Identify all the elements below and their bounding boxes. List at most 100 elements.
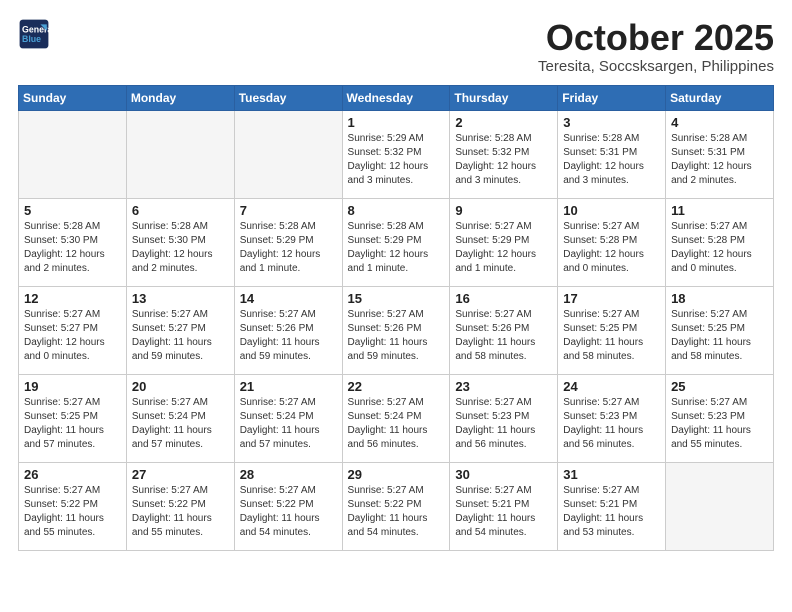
week-row-3: 12 Sunrise: 5:27 AM Sunset: 5:27 PM Dayli… (19, 286, 774, 374)
calendar-cell: 8Sunrise: 5:28 AM Sunset: 5:29 PM Daylig… (342, 198, 450, 286)
day-number: 3 (563, 115, 660, 130)
day-number: 22 (348, 379, 445, 394)
week-row-5: 26 Sunrise: 5:27 AM Sunset: 5:22 PM Dayli… (19, 462, 774, 550)
days-header-row: SundayMondayTuesdayWednesdayThursdayFrid… (19, 85, 774, 110)
title-block: October 2025 Teresita, Soccsksargen, Phi… (538, 18, 774, 75)
calendar-cell: 28 Sunrise: 5:27 AM Sunset: 5:22 PM Dayli… (234, 462, 342, 550)
day-info: Sunrise: 5:27 AM Sunset: 5:22 PM Dayligh… (240, 484, 337, 540)
day-header-wednesday: Wednesday (342, 85, 450, 110)
day-info: Sunrise: 5:27 AM Sunset: 5:23 PM Dayligh… (563, 396, 660, 452)
calendar-cell: 6 Sunrise: 5:28 AM Sunset: 5:30 PM Daylig… (126, 198, 234, 286)
day-info: Sunrise: 5:27 AM Sunset: 5:23 PM Dayligh… (671, 396, 768, 452)
day-number: 21 (240, 379, 337, 394)
day-info: Sunrise: 5:27 AM Sunset: 5:26 PM Dayligh… (455, 308, 552, 364)
calendar-cell: 2 Sunrise: 5:28 AM Sunset: 5:32 PM Daylig… (450, 110, 558, 198)
calendar-cell: 23Sunrise: 5:27 AM Sunset: 5:23 PM Dayli… (450, 374, 558, 462)
day-header-monday: Monday (126, 85, 234, 110)
week-row-4: 19Sunrise: 5:27 AM Sunset: 5:25 PM Dayli… (19, 374, 774, 462)
day-number: 28 (240, 467, 337, 482)
day-number: 8 (348, 203, 445, 218)
calendar-cell: 30 Sunrise: 5:27 AM Sunset: 5:21 PM Dayli… (450, 462, 558, 550)
calendar-cell: 15 Sunrise: 5:27 AM Sunset: 5:26 PM Dayli… (342, 286, 450, 374)
day-info: Sunrise: 5:27 AM Sunset: 5:24 PM Dayligh… (132, 396, 229, 452)
calendar-cell: 14 Sunrise: 5:27 AM Sunset: 5:26 PM Dayli… (234, 286, 342, 374)
day-number: 30 (455, 467, 552, 482)
day-number: 11 (671, 203, 768, 218)
day-info: Sunrise: 5:28 AM Sunset: 5:30 PM Dayligh… (132, 220, 229, 276)
calendar-cell: 10 Sunrise: 5:27 AM Sunset: 5:28 PM Dayli… (558, 198, 666, 286)
day-info: Sunrise: 5:27 AM Sunset: 5:29 PM Dayligh… (455, 220, 552, 276)
calendar-cell: 21Sunrise: 5:27 AM Sunset: 5:24 PM Dayli… (234, 374, 342, 462)
day-number: 24 (563, 379, 660, 394)
day-info: Sunrise: 5:29 AM Sunset: 5:32 PM Dayligh… (348, 132, 445, 188)
day-info: Sunrise: 5:27 AM Sunset: 5:26 PM Dayligh… (348, 308, 445, 364)
day-info: Sunrise: 5:27 AM Sunset: 5:27 PM Dayligh… (24, 308, 121, 364)
day-number: 26 (24, 467, 121, 482)
page: General Blue October 2025 Teresita, Socc… (0, 0, 792, 561)
logo-icon: General Blue (18, 18, 50, 50)
day-info: Sunrise: 5:28 AM Sunset: 5:31 PM Dayligh… (671, 132, 768, 188)
calendar-cell: 3Sunrise: 5:28 AM Sunset: 5:31 PM Daylig… (558, 110, 666, 198)
day-number: 6 (132, 203, 229, 218)
calendar-cell: 7Sunrise: 5:28 AM Sunset: 5:29 PM Daylig… (234, 198, 342, 286)
day-info: Sunrise: 5:27 AM Sunset: 5:21 PM Dayligh… (455, 484, 552, 540)
day-info: Sunrise: 5:27 AM Sunset: 5:22 PM Dayligh… (132, 484, 229, 540)
day-number: 9 (455, 203, 552, 218)
calendar-cell: 4 Sunrise: 5:28 AM Sunset: 5:31 PM Daylig… (666, 110, 774, 198)
calendar-cell: 29 Sunrise: 5:27 AM Sunset: 5:22 PM Dayli… (342, 462, 450, 550)
calendar-cell: 26 Sunrise: 5:27 AM Sunset: 5:22 PM Dayli… (19, 462, 127, 550)
day-number: 10 (563, 203, 660, 218)
day-info: Sunrise: 5:27 AM Sunset: 5:21 PM Dayligh… (563, 484, 660, 540)
day-info: Sunrise: 5:27 AM Sunset: 5:24 PM Dayligh… (348, 396, 445, 452)
day-number: 23 (455, 379, 552, 394)
day-number: 18 (671, 291, 768, 306)
header: General Blue October 2025 Teresita, Socc… (18, 18, 774, 75)
day-info: Sunrise: 5:28 AM Sunset: 5:32 PM Dayligh… (455, 132, 552, 188)
day-info: Sunrise: 5:27 AM Sunset: 5:28 PM Dayligh… (563, 220, 660, 276)
calendar-cell (234, 110, 342, 198)
day-number: 29 (348, 467, 445, 482)
day-header-saturday: Saturday (666, 85, 774, 110)
svg-text:Blue: Blue (22, 34, 41, 44)
day-number: 13 (132, 291, 229, 306)
day-number: 1 (348, 115, 445, 130)
day-number: 17 (563, 291, 660, 306)
week-row-1: 1 Sunrise: 5:29 AM Sunset: 5:32 PM Daylig… (19, 110, 774, 198)
day-header-thursday: Thursday (450, 85, 558, 110)
day-number: 4 (671, 115, 768, 130)
logo: General Blue (18, 18, 50, 50)
day-header-sunday: Sunday (19, 85, 127, 110)
calendar-cell: 19Sunrise: 5:27 AM Sunset: 5:25 PM Dayli… (19, 374, 127, 462)
calendar-cell: 16 Sunrise: 5:27 AM Sunset: 5:26 PM Dayli… (450, 286, 558, 374)
day-info: Sunrise: 5:28 AM Sunset: 5:30 PM Dayligh… (24, 220, 121, 276)
day-header-tuesday: Tuesday (234, 85, 342, 110)
day-info: Sunrise: 5:27 AM Sunset: 5:25 PM Dayligh… (24, 396, 121, 452)
day-info: Sunrise: 5:27 AM Sunset: 5:22 PM Dayligh… (348, 484, 445, 540)
day-number: 15 (348, 291, 445, 306)
calendar-cell: 13 Sunrise: 5:27 AM Sunset: 5:27 PM Dayli… (126, 286, 234, 374)
calendar-cell: 31 Sunrise: 5:27 AM Sunset: 5:21 PM Dayli… (558, 462, 666, 550)
day-info: Sunrise: 5:27 AM Sunset: 5:28 PM Dayligh… (671, 220, 768, 276)
day-info: Sunrise: 5:27 AM Sunset: 5:27 PM Dayligh… (132, 308, 229, 364)
week-row-2: 5Sunrise: 5:28 AM Sunset: 5:30 PM Daylig… (19, 198, 774, 286)
day-number: 31 (563, 467, 660, 482)
day-number: 12 (24, 291, 121, 306)
day-header-friday: Friday (558, 85, 666, 110)
day-number: 14 (240, 291, 337, 306)
calendar-cell: 12 Sunrise: 5:27 AM Sunset: 5:27 PM Dayli… (19, 286, 127, 374)
calendar-cell: 17Sunrise: 5:27 AM Sunset: 5:25 PM Dayli… (558, 286, 666, 374)
day-number: 27 (132, 467, 229, 482)
day-info: Sunrise: 5:27 AM Sunset: 5:25 PM Dayligh… (671, 308, 768, 364)
calendar-cell: 11 Sunrise: 5:27 AM Sunset: 5:28 PM Dayli… (666, 198, 774, 286)
calendar-cell: 22 Sunrise: 5:27 AM Sunset: 5:24 PM Dayli… (342, 374, 450, 462)
day-number: 2 (455, 115, 552, 130)
day-info: Sunrise: 5:27 AM Sunset: 5:22 PM Dayligh… (24, 484, 121, 540)
calendar-cell: 20 Sunrise: 5:27 AM Sunset: 5:24 PM Dayli… (126, 374, 234, 462)
day-number: 25 (671, 379, 768, 394)
calendar-cell: 5Sunrise: 5:28 AM Sunset: 5:30 PM Daylig… (19, 198, 127, 286)
calendar-cell: 24 Sunrise: 5:27 AM Sunset: 5:23 PM Dayli… (558, 374, 666, 462)
day-info: Sunrise: 5:27 AM Sunset: 5:26 PM Dayligh… (240, 308, 337, 364)
day-number: 20 (132, 379, 229, 394)
day-number: 16 (455, 291, 552, 306)
calendar-cell: 1 Sunrise: 5:29 AM Sunset: 5:32 PM Daylig… (342, 110, 450, 198)
